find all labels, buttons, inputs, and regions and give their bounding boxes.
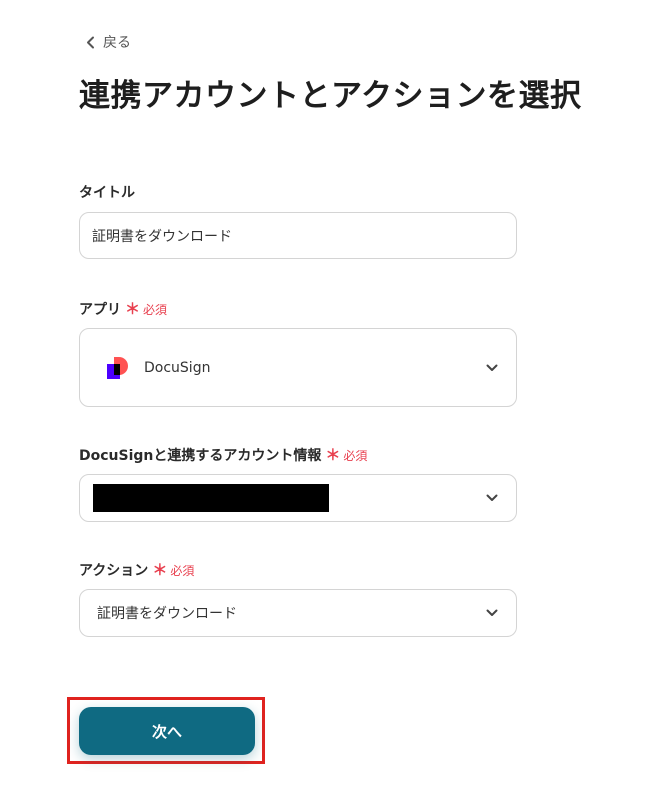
app-field-label: アプリ ＊ 必須 <box>79 298 167 319</box>
title-field-label: タイトル <box>79 182 135 202</box>
chevron-down-icon <box>486 494 498 501</box>
back-label: 戻る <box>103 35 131 51</box>
page-title: 連携アカウントとアクションを選択 <box>79 78 582 114</box>
page: 戻る 連携アカウントとアクションを選択 タイトル アプリ ＊ 必須 DocuSi… <box>0 0 669 804</box>
required-asterisk: ＊ <box>125 300 141 318</box>
title-input[interactable] <box>79 212 517 259</box>
required-text: 必須 <box>170 564 195 578</box>
account-label-text: DocuSignと連携するアカウント情報 <box>79 448 322 464</box>
app-label-text: アプリ <box>79 302 121 318</box>
action-select[interactable]: 証明書をダウンロード <box>79 589 517 637</box>
back-link[interactable]: 戻る <box>86 32 131 52</box>
docusign-logo-icon <box>107 356 128 379</box>
required-asterisk: ＊ <box>325 446 341 464</box>
next-button[interactable]: 次へ <box>79 707 255 755</box>
title-label-text: タイトル <box>79 185 135 201</box>
action-select-value: 証明書をダウンロード <box>97 606 237 622</box>
required-asterisk: ＊ <box>152 561 168 579</box>
redacted-account-value <box>93 484 329 512</box>
chevron-left-icon <box>87 36 94 48</box>
account-field-label: DocuSignと連携するアカウント情報 ＊ 必須 <box>79 444 367 465</box>
action-label-text: アクション <box>79 563 149 579</box>
chevron-down-icon <box>486 609 498 616</box>
action-field-label: アクション ＊ 必須 <box>79 559 194 580</box>
account-select[interactable] <box>79 474 517 522</box>
chevron-down-icon <box>486 364 498 371</box>
required-text: 必須 <box>143 303 168 317</box>
app-select[interactable]: DocuSign <box>79 328 517 407</box>
required-text: 必須 <box>343 449 368 463</box>
app-select-value: DocuSign <box>144 359 211 376</box>
